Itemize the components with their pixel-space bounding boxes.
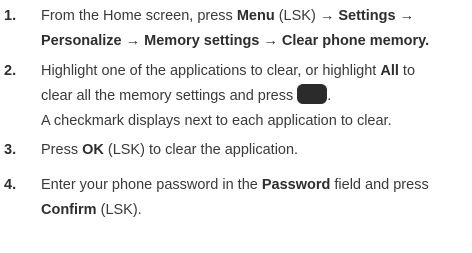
- memory-settings-term: Memory settings: [140, 33, 264, 49]
- step-number: 2.: [4, 63, 17, 79]
- all-term: All: [380, 63, 399, 79]
- step-2-line-3: A checkmark displays next to each applic…: [41, 113, 392, 129]
- arrow: →: [125, 33, 141, 49]
- step-2: 2. Highlight one of the applications to …: [0, 59, 472, 134]
- step-number: 1.: [4, 8, 17, 24]
- arrow: →: [263, 33, 278, 49]
- step-4-line-1: Enter your phone password in the Passwor…: [41, 177, 429, 193]
- step-number: 4.: [4, 177, 17, 193]
- step-1: 1. From the Home screen, press Menu (LSK…: [0, 4, 472, 54]
- clear-phone-memory-term: Clear phone memory: [277, 33, 426, 49]
- step-1-line-2: Personalize → Memory settings → Clear ph…: [41, 33, 430, 49]
- personalize-term: Personalize: [41, 33, 126, 49]
- step-2-line-2: clear all the memory settings and press.: [41, 84, 466, 109]
- ok-term: OK: [82, 142, 104, 158]
- step-3-line-1: Press OK (LSK) to clear the application.: [41, 142, 299, 158]
- center-select-key-icon: [297, 84, 328, 104]
- confirm-term: Confirm: [41, 202, 97, 218]
- step-1-line-1: From the Home screen, press Menu (LSK) →…: [41, 8, 415, 24]
- arrow: →: [319, 8, 335, 24]
- password-term: Password: [261, 177, 331, 193]
- arrow: →: [399, 8, 415, 24]
- menu-term: Menu: [236, 8, 275, 24]
- step-3: 3. Press OK (LSK) to clear the applicati…: [0, 138, 472, 163]
- step-2-line-1: Highlight one of the applications to cle…: [41, 63, 416, 79]
- step-4: 4. Enter your phone password in the Pass…: [0, 173, 472, 223]
- settings-term: Settings: [334, 8, 400, 24]
- step-4-line-2: Confirm (LSK).: [41, 202, 142, 218]
- step-number: 3.: [4, 142, 17, 158]
